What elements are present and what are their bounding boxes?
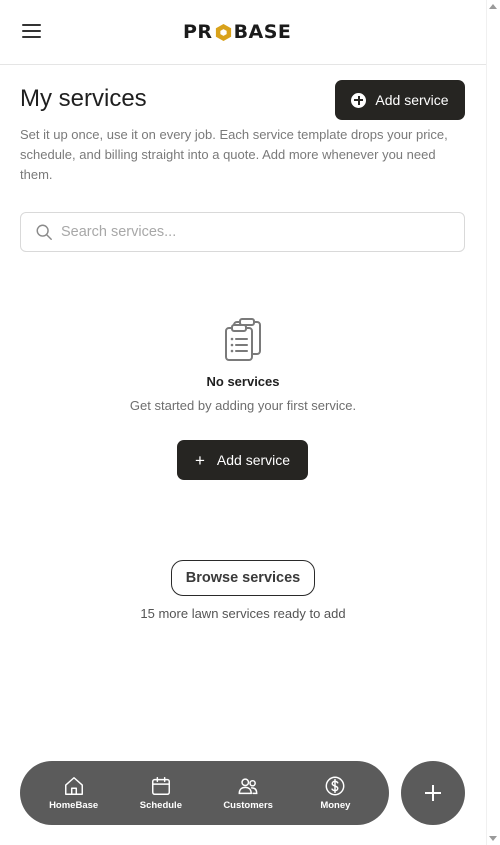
nav-item-homebase[interactable]: HomeBase: [34, 775, 114, 811]
scroll-up-arrow-icon[interactable]: [489, 4, 497, 9]
empty-state-title: No services: [206, 374, 280, 389]
calendar-icon: [151, 777, 170, 795]
add-service-button-label: Add service: [375, 92, 449, 108]
users-icon: [238, 778, 258, 795]
nav-item-money[interactable]: Money: [295, 775, 375, 811]
bottom-nav: HomeBase Schedule Customers Money: [20, 761, 389, 825]
services-page: PR BASE My services Add service Set it u…: [0, 0, 500, 845]
search-icon: [36, 224, 52, 240]
nav-item-schedule[interactable]: Schedule: [121, 775, 201, 811]
empty-state-add-service-button[interactable]: + Add service: [177, 440, 308, 480]
logo-hexagon-icon: [215, 23, 231, 41]
nav-label-money: Money: [320, 800, 351, 811]
nav-item-customers[interactable]: Customers: [208, 775, 288, 811]
logo-text-left: PR: [183, 21, 213, 43]
empty-state-add-service-label: Add service: [216, 452, 291, 468]
clipboard-list-icon: [225, 318, 261, 361]
logo-text-right: BASE: [233, 21, 292, 43]
page-title: My services: [20, 85, 147, 112]
scroll-down-arrow-icon[interactable]: [489, 836, 497, 841]
dollar-icon: [325, 776, 345, 796]
plus-circle-icon: [351, 92, 367, 108]
plus-icon: +: [194, 450, 205, 470]
add-service-button[interactable]: Add service: [335, 80, 465, 120]
page-description: Set it up once, use it on every job. Eac…: [20, 127, 448, 182]
probase-logo[interactable]: PR BASE: [183, 20, 291, 44]
floating-add-button[interactable]: [401, 761, 465, 825]
search-input[interactable]: [61, 213, 451, 251]
nav-label-homebase: HomeBase: [49, 800, 99, 811]
home-icon: [64, 777, 83, 795]
app-header: PR BASE: [0, 0, 486, 65]
browse-services-button[interactable]: Browse services: [171, 560, 315, 596]
empty-state-subtitle: Get started by adding your first service…: [129, 398, 357, 413]
browse-caption: 15 more lawn services ready to add: [140, 606, 346, 621]
hamburger-menu-icon[interactable]: [22, 24, 42, 40]
page-scrollbar[interactable]: [486, 0, 500, 845]
nav-label-customers: Customers: [223, 800, 273, 811]
search-box[interactable]: [20, 212, 465, 252]
nav-label-schedule: Schedule: [139, 800, 182, 811]
